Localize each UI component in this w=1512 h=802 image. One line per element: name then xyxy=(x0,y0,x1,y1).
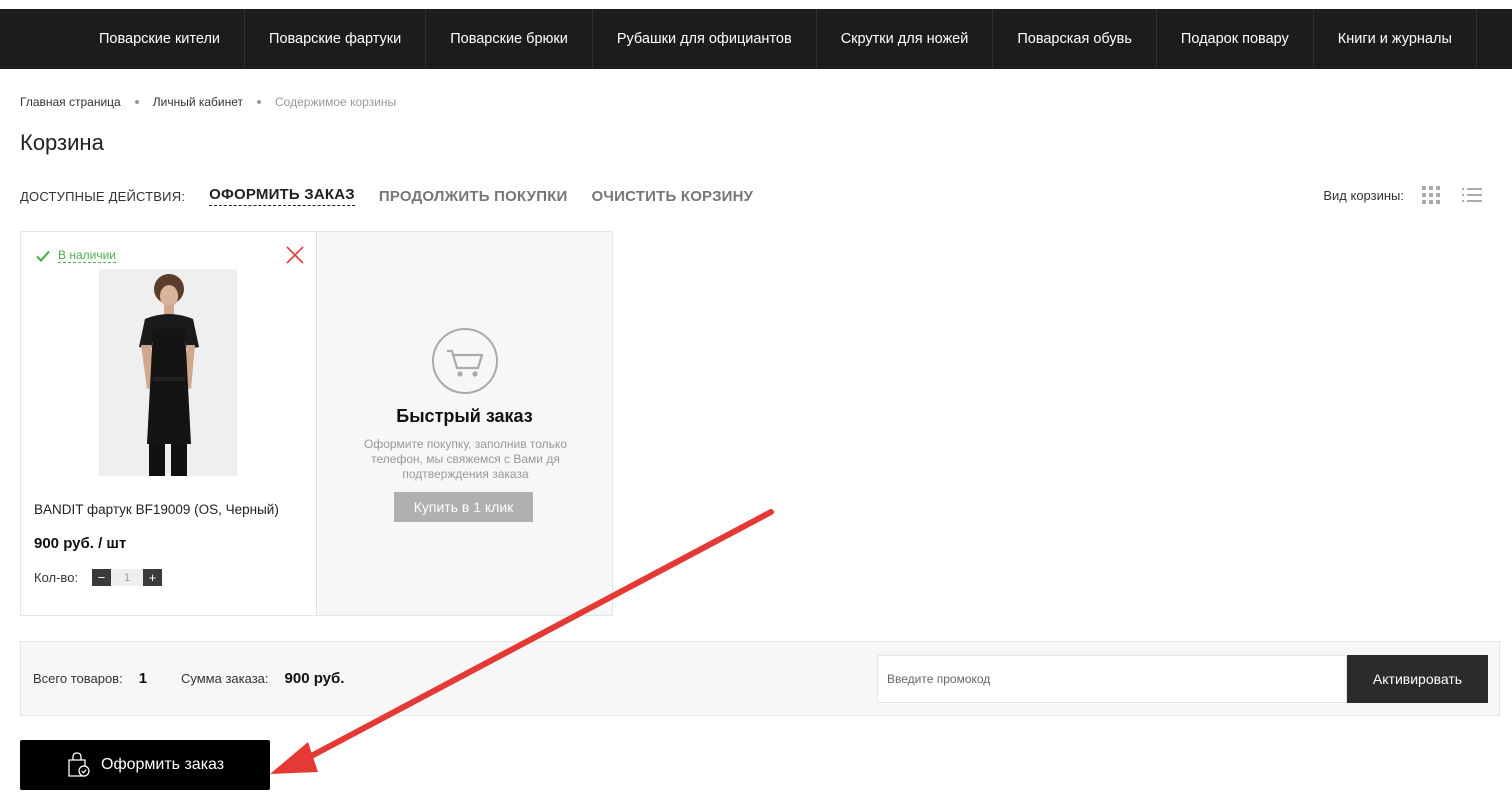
nav-item-chef-gifts[interactable]: Подарок повару xyxy=(1155,9,1313,69)
cart-summary: Всего товаров: 1 Сумма заказа: 900 руб. … xyxy=(20,641,1500,716)
quantity-decrease-button[interactable]: − xyxy=(92,569,112,586)
buy-one-click-button[interactable]: Купить в 1 клик xyxy=(394,492,533,522)
top-navigation: Поварские кители Поварские фартуки Повар… xyxy=(0,9,1512,69)
breadcrumb-separator xyxy=(257,100,262,104)
check-icon xyxy=(36,250,50,262)
total-items: Всего товаров: 1 xyxy=(33,670,147,687)
product-name[interactable]: BANDIT фартук BF19009 (OS, Черный) xyxy=(34,502,279,517)
page-title: Корзина xyxy=(20,130,104,155)
product-card: В наличии BANDIT фартук BF19009 (OS, Чер… xyxy=(20,231,317,616)
quick-order-panel: Быстрый заказ Оформите покупку, заполнив… xyxy=(316,231,613,616)
continue-shopping-link[interactable]: ПРОДОЛЖИТЬ ПОКУПКИ xyxy=(379,188,568,205)
breadcrumb-current: Содержимое корзины xyxy=(275,95,397,109)
quick-order-description: Оформите покупку, заполнив только телефо… xyxy=(364,437,567,481)
shopping-bag-icon xyxy=(68,752,90,777)
nav-item-chef-shoes[interactable]: Поварская обувь xyxy=(992,9,1156,69)
breadcrumb-account[interactable]: Личный кабинет xyxy=(153,95,243,109)
promo-code-input[interactable] xyxy=(877,655,1347,703)
clear-cart-link[interactable]: ОЧИСТИТЬ КОРЗИНУ xyxy=(592,188,754,205)
nav-item-chef-pants[interactable]: Поварские брюки xyxy=(425,9,592,69)
nav-item-books-magazines[interactable]: Книги и журналы xyxy=(1312,9,1477,69)
nav-item-chef-jackets[interactable]: Поварские кители xyxy=(75,9,244,69)
quantity-increase-button[interactable]: + xyxy=(143,569,163,586)
total-items-value: 1 xyxy=(138,670,148,687)
nav-item-chef-aprons[interactable]: Поварские фартуки xyxy=(244,9,425,69)
close-icon[interactable] xyxy=(285,245,305,265)
breadcrumb-home[interactable]: Главная страница xyxy=(20,95,121,109)
quantity-stepper: Кол-во: − + xyxy=(34,569,163,586)
order-sum-value: 900 руб. xyxy=(284,670,345,687)
in-stock-label[interactable]: В наличии xyxy=(58,248,117,263)
cart-view-label: Вид корзины: xyxy=(1323,187,1404,203)
stock-status: В наличии xyxy=(36,248,117,263)
quantity-input[interactable] xyxy=(111,569,144,586)
actions-label: ДОСТУПНЫЕ ДЕЙСТВИЯ: xyxy=(20,188,186,204)
checkout-button-label: Оформить заказ xyxy=(101,756,225,773)
list-view-icon[interactable] xyxy=(1462,187,1482,203)
shopping-cart-icon xyxy=(432,328,498,394)
quantity-label: Кол-во: xyxy=(34,570,79,585)
order-sum: Сумма заказа: 900 руб. xyxy=(181,670,344,687)
quick-order-title: Быстрый заказ xyxy=(396,406,533,426)
checkout-button[interactable]: Оформить заказ xyxy=(20,740,270,790)
cart-actions: ДОСТУПНЫЕ ДЕЙСТВИЯ: ОФОРМИТЬ ЗАКАЗ ПРОДО… xyxy=(20,186,777,206)
total-items-label: Всего товаров: xyxy=(33,671,123,686)
nav-item-waiter-shirts[interactable]: Рубашки для официантов xyxy=(591,9,816,69)
grid-view-icon[interactable] xyxy=(1422,186,1440,204)
breadcrumb: Главная страница Личный кабинет Содержим… xyxy=(20,95,396,109)
breadcrumb-separator xyxy=(134,100,139,104)
checkout-link[interactable]: ОФОРМИТЬ ЗАКАЗ xyxy=(209,186,355,206)
product-image[interactable] xyxy=(99,269,237,476)
product-price: 900 руб. / шт xyxy=(34,535,127,552)
activate-promo-button[interactable]: Активировать xyxy=(1347,655,1488,703)
cart-view-switch: Вид корзины: xyxy=(1323,186,1482,204)
order-sum-label: Сумма заказа: xyxy=(181,671,269,686)
nav-item-knife-rolls[interactable]: Скрутки для ножей xyxy=(815,9,993,69)
